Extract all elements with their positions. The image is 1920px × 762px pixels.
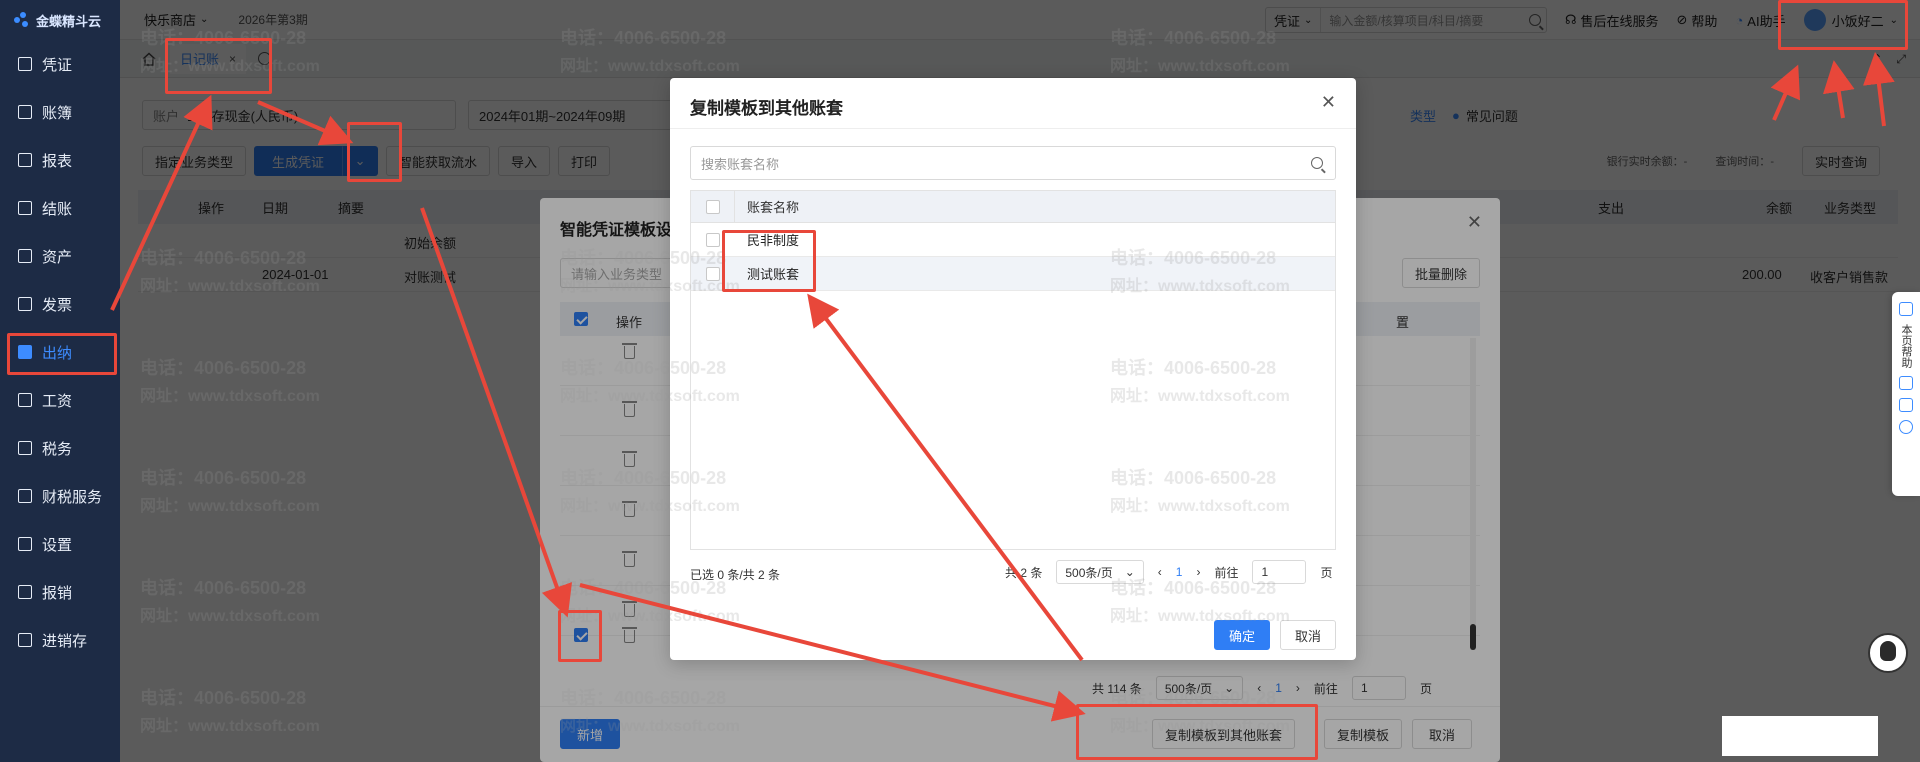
- sidebar-item-4[interactable]: 资产: [0, 232, 120, 280]
- watermark-site: 网址：www.tdxsoft.com: [1110, 278, 1290, 295]
- dialog-title: 复制模板到其他账套: [690, 99, 843, 118]
- message-icon[interactable]: [1899, 376, 1913, 390]
- watermark-site: 网址：www.tdxsoft.com: [1110, 58, 1290, 75]
- sidebar-item-3[interactable]: 结账: [0, 184, 120, 232]
- watermark-phone: 电话：4006-6500-28: [140, 468, 307, 488]
- sidebar-item-label: 工资: [42, 392, 73, 410]
- inventory-icon: [18, 633, 32, 647]
- sidebar-item-7[interactable]: 工资: [0, 376, 120, 424]
- tax-icon: [18, 441, 32, 455]
- watermark-phone: 电话：4006-6500-28: [1110, 468, 1277, 488]
- watermark-site: 网址：www.tdxsoft.com: [140, 278, 320, 295]
- search-placeholder: 搜索账套名称: [701, 156, 780, 172]
- watermark-phone: 电话：4006-6500-28: [560, 688, 727, 708]
- watermark-site: 网址：www.tdxsoft.com: [1110, 388, 1290, 405]
- page-help-panel[interactable]: 本页帮助: [1892, 292, 1920, 496]
- logo-icon: [14, 12, 30, 28]
- page-unit: 页: [1320, 565, 1333, 580]
- sidebar-item-12[interactable]: 进销存: [0, 616, 120, 664]
- watermark-phone: 电话：4006-6500-28: [560, 28, 727, 48]
- account-set-search-input[interactable]: 搜索账套名称: [690, 146, 1336, 180]
- assistant-avatar[interactable]: [1868, 633, 1908, 673]
- watermark-phone: 电话：4006-6500-28: [560, 578, 727, 598]
- logo-text: 金蝶精斗云: [36, 13, 102, 29]
- sidebar-item-label: 资产: [42, 248, 73, 266]
- sidebar-item-11[interactable]: 报销: [0, 568, 120, 616]
- closing-icon: [18, 201, 32, 215]
- settings-icon: [18, 537, 32, 551]
- watermark-phone: 电话：4006-6500-28: [1110, 578, 1277, 598]
- sidebar-item-5[interactable]: 发票: [0, 280, 120, 328]
- annotation-box: [1076, 704, 1318, 760]
- salary-icon: [18, 393, 32, 407]
- ledger-icon: [18, 105, 32, 119]
- annotation-box: [1778, 0, 1908, 50]
- page-help-label[interactable]: 本页帮助: [1898, 324, 1914, 368]
- sidebar-item-label: 结账: [42, 200, 73, 218]
- sidebar-item-0[interactable]: 凭证: [0, 40, 120, 88]
- sidebar-item-2[interactable]: 报表: [0, 136, 120, 184]
- report-icon: [18, 153, 32, 167]
- sidebar-item-label: 财税服务: [42, 488, 103, 506]
- sidebar-item-label: 进销存: [42, 632, 88, 650]
- gift-icon[interactable]: [1899, 398, 1913, 412]
- annotation-box: [722, 230, 816, 292]
- watermark-phone: 电话：4006-6500-28: [560, 358, 727, 378]
- watermark-phone: 电话：4006-6500-28: [1110, 28, 1277, 48]
- watermark-site: 网址：www.tdxsoft.com: [140, 498, 320, 515]
- watermark-site: 网址：www.tdxsoft.com: [560, 58, 740, 75]
- asset-icon: [18, 249, 32, 263]
- sidebar-item-10[interactable]: 设置: [0, 520, 120, 568]
- watermark-site: 网址：www.tdxsoft.com: [140, 388, 320, 405]
- sidebar-item-9[interactable]: 财税服务: [0, 472, 120, 520]
- page-size-value: 500条/页: [1065, 565, 1113, 580]
- voucher-icon: [18, 57, 32, 71]
- reimburse-icon: [18, 585, 32, 599]
- sidebar-item-label: 凭证: [42, 56, 73, 74]
- watermark-site: 网址：www.tdxsoft.com: [560, 278, 740, 295]
- watermark-site: 网址：www.tdxsoft.com: [140, 718, 320, 735]
- watermark-phone: 电话：4006-6500-28: [140, 578, 307, 598]
- watermark-site: 网址：www.tdxsoft.com: [140, 608, 320, 625]
- annotation-box: [558, 610, 602, 662]
- chat-icon[interactable]: [1899, 302, 1913, 316]
- watermark-phone: 电话：4006-6500-28: [560, 248, 727, 268]
- sidebar-item-8[interactable]: 税务: [0, 424, 120, 472]
- watermark-site: 网址：www.tdxsoft.com: [560, 388, 740, 405]
- annotation-box: [347, 122, 402, 182]
- sidebar-item-label: 报销: [42, 584, 73, 602]
- watermark-phone: 电话：4006-6500-28: [140, 248, 307, 268]
- watermark-phone: 电话：4006-6500-28: [140, 358, 307, 378]
- watermark-phone: 电话：4006-6500-28: [1110, 248, 1277, 268]
- watermark-site: 网址：www.tdxsoft.com: [1110, 608, 1290, 625]
- expand-icon[interactable]: [1899, 420, 1913, 434]
- watermark-site: 网址：www.tdxsoft.com: [560, 498, 740, 515]
- sidebar-item-label: 报表: [42, 152, 73, 170]
- close-icon[interactable]: ✕: [1321, 92, 1336, 113]
- annotation-box: [7, 333, 117, 375]
- watermark-site: 网址：www.tdxsoft.com: [1110, 498, 1290, 515]
- watermark-phone: 电话：4006-6500-28: [1110, 358, 1277, 378]
- watermark-phone: 电话：4006-6500-28: [560, 468, 727, 488]
- sidebar-item-label: 账簿: [42, 104, 73, 122]
- sidebar-item-1[interactable]: 账簿: [0, 88, 120, 136]
- col-account-set-name: 账套名称: [747, 200, 800, 215]
- service-icon: [18, 489, 32, 503]
- sidebar-item-label: 税务: [42, 440, 73, 458]
- brand-logo[interactable]: 金蝶精斗云: [0, 0, 120, 40]
- select-all-checkbox[interactable]: [705, 199, 720, 214]
- sidebar: 金蝶精斗云 凭证 账簿 报表 结账 资产 发票 出纳 工资 税务 财税服务 设置 报销 进销存: [0, 0, 120, 762]
- watermark-site: 网址：www.tdxsoft.com: [560, 718, 740, 735]
- invoice-icon: [18, 297, 32, 311]
- watermark-box: [1722, 716, 1878, 756]
- search-icon[interactable]: [1311, 157, 1323, 169]
- watermark-phone: 电话：4006-6500-28: [140, 688, 307, 708]
- annotation-box: [165, 38, 272, 94]
- sidebar-item-label: 设置: [42, 536, 73, 554]
- sidebar-item-label: 发票: [42, 296, 73, 314]
- total-count: 共 2 条: [1005, 565, 1043, 580]
